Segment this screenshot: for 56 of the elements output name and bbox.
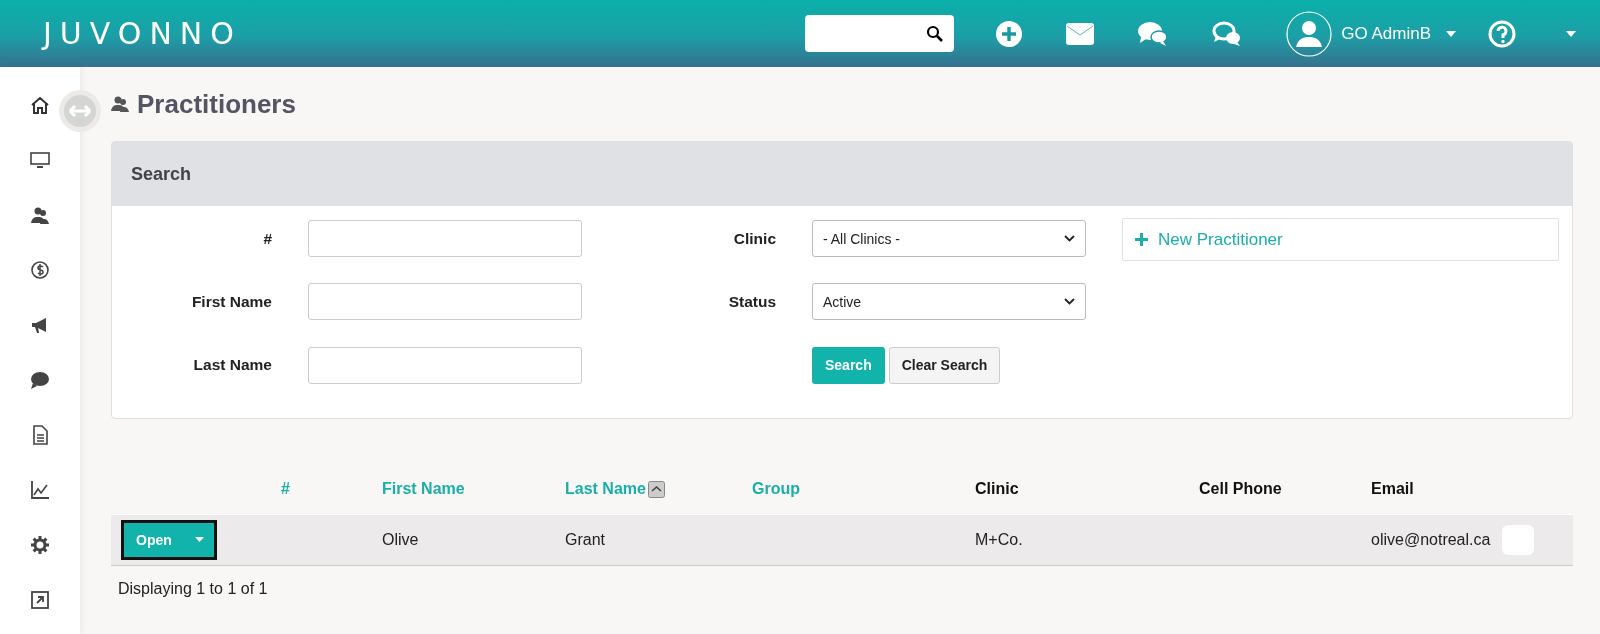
collapse-toggle-icon[interactable] xyxy=(58,89,102,133)
column-header: Clinic xyxy=(975,479,1019,497)
table-cell: M+Co. xyxy=(975,530,1023,548)
settings-icon[interactable] xyxy=(30,535,50,555)
column-header[interactable]: # xyxy=(281,479,290,497)
people-icon xyxy=(111,95,129,113)
caret-icon xyxy=(195,537,204,542)
column-header: Email xyxy=(1371,479,1414,497)
line-chart-icon[interactable] xyxy=(30,480,50,500)
column-header[interactable]: Last Name xyxy=(565,479,646,497)
table-cell: olive@notreal.ca xyxy=(1371,530,1491,548)
external-link-icon[interactable] xyxy=(30,590,50,610)
input-field[interactable] xyxy=(308,283,582,321)
envelope-icon[interactable] xyxy=(1066,22,1095,45)
field-label: First Name xyxy=(190,293,272,311)
clear-search-button[interactable]: Clear Search xyxy=(888,346,1001,384)
chat-outline-icon[interactable] xyxy=(1212,20,1243,47)
caret-icon[interactable] xyxy=(1446,30,1456,37)
speech-bubble-icon[interactable] xyxy=(30,370,50,390)
people-icon[interactable] xyxy=(30,205,50,225)
user-name[interactable]: GO AdminB xyxy=(1341,23,1431,44)
home-icon[interactable] xyxy=(30,95,50,115)
pagination-text: Displaying 1 to 1 of 1 xyxy=(118,579,269,598)
column-header[interactable]: Group xyxy=(752,479,800,497)
select-field[interactable]: Active xyxy=(812,283,1086,321)
dollar-icon[interactable] xyxy=(30,260,50,280)
page-title: Practitioners xyxy=(137,88,296,120)
logo[interactable]: JUVONNO xyxy=(43,16,242,51)
field-label: Clinic xyxy=(732,229,776,248)
field-label: Status xyxy=(727,293,776,311)
input-field[interactable] xyxy=(308,346,582,384)
field-label: # xyxy=(262,229,272,248)
document-icon[interactable] xyxy=(30,425,50,445)
chat-bubbles-icon[interactable] xyxy=(1138,20,1169,47)
table-cell: Grant xyxy=(565,530,605,548)
help-icon[interactable] xyxy=(1488,19,1516,48)
caret-icon[interactable] xyxy=(1566,30,1576,37)
avatar-icon[interactable] xyxy=(1286,10,1333,57)
select-field[interactable]: - All Clinics - xyxy=(812,220,1086,258)
open-dropdown-button[interactable]: Open xyxy=(121,519,217,560)
search-icon[interactable] xyxy=(926,24,945,43)
table-cell: Olive xyxy=(382,530,419,548)
column-header: Cell Phone xyxy=(1199,479,1282,497)
panel-title: Search xyxy=(131,163,192,185)
field-label: Last Name xyxy=(192,356,272,375)
sort-ascending-icon[interactable] xyxy=(647,480,665,498)
monitor-icon[interactable] xyxy=(30,150,50,170)
search-field[interactable] xyxy=(805,15,955,52)
new-practitioner-button[interactable]: New Practitioner xyxy=(1122,218,1559,261)
search-button[interactable]: Search xyxy=(812,346,885,384)
add-icon[interactable] xyxy=(996,20,1023,47)
column-header[interactable]: First Name xyxy=(382,479,465,497)
chevron-icon xyxy=(1064,298,1075,306)
chevron-icon xyxy=(1064,235,1075,243)
input-field[interactable] xyxy=(308,220,582,258)
plus-icon xyxy=(1135,233,1148,246)
